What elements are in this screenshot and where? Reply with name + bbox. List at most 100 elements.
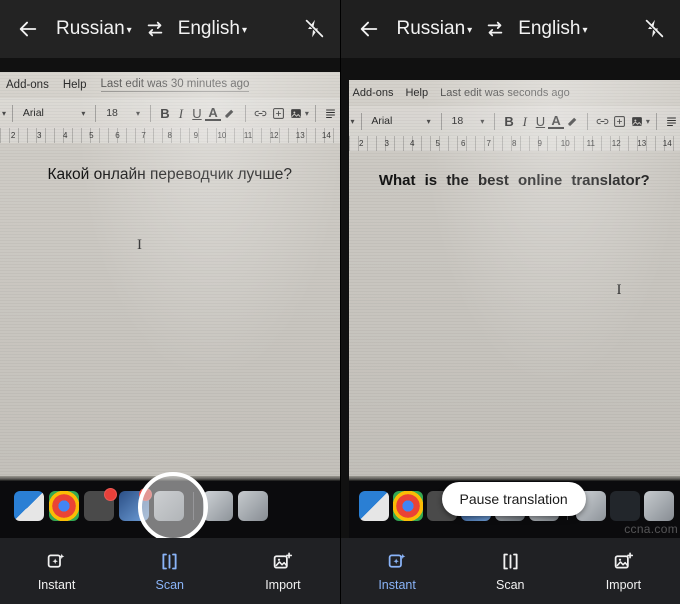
laptop-screen-bezel [348,476,680,481]
last-edit-status[interactable]: Last edit was 30 minutes ago [100,78,250,92]
scan-icon [500,550,521,572]
font-family-dropdown[interactable]: Arial ▾ [19,107,90,119]
toolbar-divider [12,104,13,122]
font-family-dropdown[interactable]: Arial ▾ [367,115,434,127]
camera-mode-nav-right: Instant Scan Import [340,538,680,604]
ruler-tick: 3 [36,131,42,140]
menu-item-add-ons[interactable]: Add-ons [353,87,394,99]
chevron-down-icon: ▾ [81,108,86,118]
chevron-down-icon: ▾ [126,24,132,36]
translate-top-bar: Russian ▾ English ▾ [340,0,680,58]
ruler-tick: 2 [10,131,16,140]
back-button[interactable] [341,18,397,40]
nav-label-import: Import [265,578,301,592]
scan-icon [159,550,180,572]
document-body-text: Какой онлайн переводчик лучше? [47,166,293,183]
dock-icon-preview[interactable] [238,491,268,521]
menu-item-add-ons[interactable]: Add-ons [6,79,49,91]
ruler-tick: 10 [560,139,570,148]
swap-languages-button[interactable] [472,18,518,40]
underline-button[interactable]: U [189,107,205,120]
target-language-label: English [518,18,581,39]
font-size-dropdown[interactable]: 18 ▾ [447,115,488,127]
nav-item-instant[interactable]: Instant [0,550,113,592]
camera-focus-ring[interactable] [138,472,208,538]
ruler-tick: 14 [662,139,672,148]
dock-icon-finder[interactable] [14,491,44,521]
menu-item-help[interactable]: Help [405,87,428,99]
chevron-down-icon[interactable]: ▾ [351,117,355,126]
dock-icon-chrome[interactable] [49,491,79,521]
align-icon [666,117,676,126]
captured-document-left: Add-ons Help Last edit was 30 minutes ag… [0,72,340,538]
flash-toggle-button[interactable] [628,18,680,40]
pause-translation-tooltip[interactable]: Pause translation [441,482,586,516]
chevron-down-icon: ▾ [136,108,141,118]
highlighter-button[interactable] [221,107,239,120]
flash-toggle-button[interactable] [288,18,340,40]
insert-link-button[interactable] [594,115,611,128]
back-button[interactable] [0,18,56,40]
nav-item-scan[interactable]: Scan [113,550,226,592]
dock-icon-calculator[interactable] [609,491,640,521]
chevron-down-icon: ▾ [426,116,431,126]
bold-button[interactable]: B [501,115,517,128]
insert-link-button[interactable] [252,107,270,120]
ruler-tick: 8 [512,139,517,148]
insert-image-button[interactable] [287,107,305,120]
docs-format-toolbar: ▾ Arial ▾ 18 ▾ B I U A ▾ [0,98,340,128]
italic-button[interactable]: I [173,107,189,120]
bold-button[interactable]: B [157,107,173,120]
target-language-selector[interactable]: English ▾ [178,18,247,40]
highlighter-button[interactable] [564,115,581,128]
chevron-down-icon: ▾ [480,116,485,126]
ruler-tick: 5 [89,131,94,140]
italic-button[interactable]: I [517,115,533,128]
menu-item-help[interactable]: Help [63,79,87,91]
toolbar-divider [244,104,246,122]
ruler-tick: 7 [486,139,491,148]
translate-top-bar: Russian ▾ English ▾ [0,0,340,58]
source-language-selector[interactable]: Russian ▾ [56,18,132,40]
nav-item-scan[interactable]: Scan [454,550,567,592]
align-button[interactable] [663,115,680,127]
dock-icon-chrome[interactable] [392,491,423,521]
text-cursor-ibeam: I [137,237,142,253]
font-size-dropdown[interactable]: 18 ▾ [102,107,144,119]
dock-icon-safari[interactable] [84,488,117,521]
docs-ruler: 2 3 4 5 6 7 8 9 10 11 12 13 14 [348,136,680,151]
font-family-value: Arial [371,115,393,127]
nav-item-import[interactable]: Import [567,550,680,592]
chevron-down-icon[interactable]: ▾ [305,109,309,118]
docs-menu-row: Add-ons Help Last edit was seconds ago [349,80,680,106]
docs-ruler: 2 3 4 5 6 7 8 9 10 11 12 13 14 [0,128,340,143]
source-language-label: Russian [396,18,466,39]
dock-icon-preview[interactable] [643,491,674,521]
arrow-left-icon [360,21,377,37]
nav-item-instant[interactable]: Instant [341,550,454,592]
nav-label-scan: Scan [155,578,185,592]
insert-comment-button[interactable] [611,115,628,128]
swap-languages-button[interactable] [132,18,178,40]
align-button[interactable] [322,107,340,119]
insert-image-button[interactable] [629,115,646,128]
chevron-down-icon[interactable]: ▾ [646,117,650,126]
nav-label-scan: Scan [496,578,525,592]
image-icon [632,116,643,126]
ruler-tick: 12 [269,131,279,140]
last-edit-status[interactable]: Last edit was seconds ago [440,87,570,99]
nav-item-import[interactable]: Import [226,550,339,592]
insert-comment-button[interactable] [269,107,287,120]
ruler-tick: 14 [321,131,331,140]
chevron-down-icon: ▾ [242,24,248,36]
ruler-tick: 9 [193,131,199,140]
underline-button[interactable]: U [533,115,549,128]
ruler-tick: 11 [243,131,253,140]
target-language-selector[interactable]: English ▾ [518,18,587,40]
toolbar-divider [655,112,657,130]
dock-icon-finder[interactable] [358,491,389,521]
text-color-button[interactable]: A [205,106,222,121]
text-color-button[interactable]: A [548,114,564,129]
chevron-down-icon[interactable]: ▾ [2,109,6,118]
source-language-selector[interactable]: Russian ▾ [397,18,473,40]
